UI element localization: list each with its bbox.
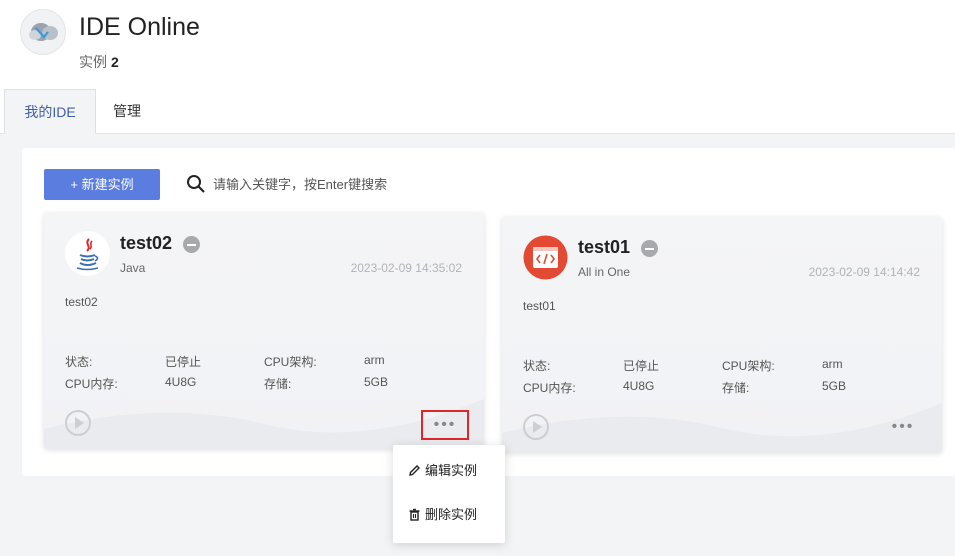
- instance-description: test02: [65, 295, 98, 309]
- app-logo: [20, 9, 66, 55]
- stopped-status-icon: [641, 240, 658, 257]
- cpu-memory-label: CPU内存:: [523, 381, 576, 395]
- cloud-icon: [29, 23, 58, 41]
- status-label: 状态:: [523, 359, 551, 373]
- status-value: 已停止: [623, 359, 660, 373]
- cpu-memory-label: CPU内存:: [65, 377, 118, 391]
- instance-card-test01[interactable]: test01 All in One 2023-02-09 14:14:42 te…: [502, 217, 942, 453]
- cpu-arch-label: CPU架构:: [264, 355, 317, 369]
- delete-instance-menu-item[interactable]: 删除实例: [393, 500, 505, 530]
- search-icon[interactable]: [186, 174, 206, 194]
- instance-card-test02[interactable]: test02 Java 2023-02-09 14:35:02 test02 状…: [44, 213, 484, 449]
- cpu-arch-value: arm: [822, 357, 843, 371]
- storage-value: 5GB: [364, 375, 389, 389]
- storage-value: 5GB: [822, 379, 847, 393]
- page-title: IDE Online: [79, 13, 200, 41]
- pencil-icon: [409, 465, 420, 476]
- instance-count-label: 实例: [79, 54, 107, 70]
- storage-label: 存储:: [722, 381, 750, 395]
- instance-type: Java: [120, 261, 146, 275]
- new-instance-button[interactable]: + 新建实例: [44, 169, 160, 200]
- cpu-arch-value: arm: [364, 353, 385, 367]
- tab-bar: 我的IDE 管理: [0, 89, 955, 134]
- cpu-arch-label: CPU架构:: [722, 359, 775, 373]
- instance-description: test01: [523, 299, 556, 313]
- edit-instance-menu-item[interactable]: 编辑实例: [393, 456, 505, 486]
- tab-manage[interactable]: 管理: [96, 89, 158, 134]
- play-icon[interactable]: [65, 410, 91, 436]
- more-options-icon[interactable]: •••: [879, 414, 927, 444]
- code-icon: [523, 235, 568, 280]
- instance-name: test01: [578, 237, 631, 257]
- instance-name: test02: [120, 233, 173, 253]
- stopped-status-icon: [183, 236, 200, 253]
- instance-timestamp: 2023-02-09 14:35:02: [350, 261, 462, 275]
- delete-instance-label: 删除实例: [425, 507, 478, 522]
- instance-summary: 实例 2: [79, 52, 119, 72]
- trash-icon: [409, 508, 420, 521]
- tab-my-ide[interactable]: 我的IDE: [4, 89, 96, 134]
- more-options-icon[interactable]: •••: [421, 410, 469, 440]
- status-label: 状态:: [65, 355, 93, 369]
- top-header: IDE Online 实例 2 我的IDE 管理: [0, 0, 955, 134]
- instance-context-menu: 编辑实例 删除实例: [393, 445, 505, 543]
- instance-count: 2: [111, 54, 119, 70]
- search-input[interactable]: [213, 172, 443, 196]
- storage-label: 存储:: [264, 377, 292, 391]
- java-icon: [65, 231, 110, 276]
- instance-timestamp: 2023-02-09 14:14:42: [808, 265, 920, 279]
- status-value: 已停止: [165, 355, 202, 369]
- instance-type: All in One: [578, 265, 631, 279]
- cpu-memory-value: 4U8G: [165, 375, 197, 389]
- cpu-memory-value: 4U8G: [623, 379, 655, 393]
- search-box: [186, 172, 446, 196]
- play-icon[interactable]: [523, 414, 549, 440]
- edit-instance-label: 编辑实例: [425, 463, 478, 478]
